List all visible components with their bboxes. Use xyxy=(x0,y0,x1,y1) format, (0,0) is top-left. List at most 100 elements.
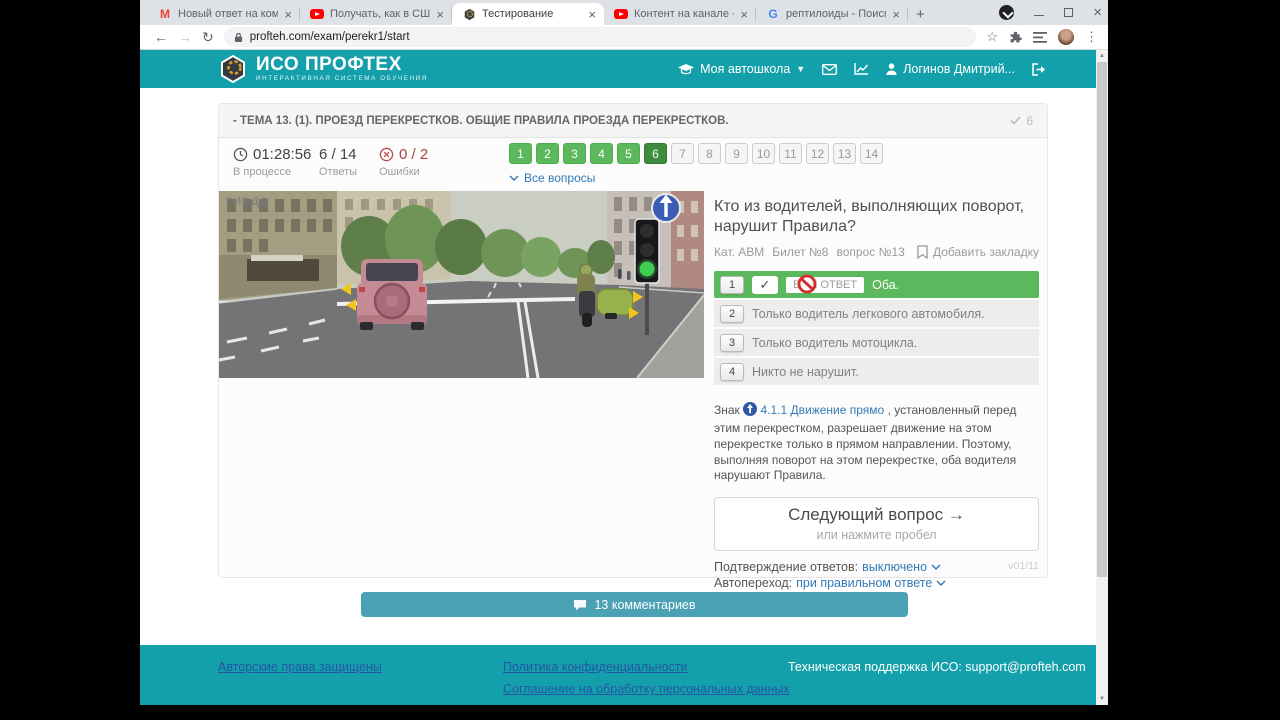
answer-row-1-correct[interactable]: 1 ✓ ВАШ ОТВЕТ Оба. xyxy=(714,271,1039,299)
back-icon[interactable]: ← xyxy=(154,29,168,45)
tab-testing-active[interactable]: Тестирование × xyxy=(452,3,604,25)
tab-youtube-1[interactable]: Получать, как в США, тра × xyxy=(300,3,452,25)
tab-close-icon[interactable]: × xyxy=(740,8,748,21)
answers-list: 1 ✓ ВАШ ОТВЕТ Оба. 2 Только водитель лег… xyxy=(714,271,1039,386)
logout-icon xyxy=(1032,62,1045,76)
tab-youtube-2[interactable]: Контент на канале - YouT × xyxy=(604,3,756,25)
youtube-icon xyxy=(614,7,628,21)
confirm-setting-value[interactable]: выключено xyxy=(862,560,941,574)
question-number-button[interactable]: 7 xyxy=(671,143,694,164)
question-number-button[interactable]: 6 xyxy=(644,143,667,164)
gmail-icon: M xyxy=(160,7,170,21)
profile-avatar[interactable] xyxy=(1058,29,1074,45)
black-bar-right xyxy=(1108,0,1280,720)
menu-dots-icon[interactable]: ⋮ xyxy=(1085,29,1098,45)
black-bar-left xyxy=(0,0,140,720)
all-questions-link[interactable]: Все вопросы xyxy=(509,171,595,185)
bookmark-star-icon[interactable]: ☆ xyxy=(986,29,998,45)
extensions-icon[interactable] xyxy=(1009,31,1022,44)
nav-my-school[interactable]: Моя автошкола ▼ xyxy=(678,62,805,76)
error-circle-icon xyxy=(379,147,394,162)
comment-bubble-icon xyxy=(574,599,587,610)
nav-messages[interactable] xyxy=(822,63,838,75)
question-number-button[interactable]: 4 xyxy=(590,143,613,164)
answer-text: Никто не нарушит. xyxy=(752,364,859,379)
hexagon-logo-icon xyxy=(221,54,245,84)
site-footer: Авторские права защищены Политика конфид… xyxy=(140,645,1096,705)
answer-text: Только водитель мотоцикла. xyxy=(752,335,918,350)
question-number-button[interactable]: 8 xyxy=(698,143,721,164)
chart-icon xyxy=(854,63,869,75)
nav-user[interactable]: Логинов Дмитрий... xyxy=(886,62,1015,76)
address-bar[interactable]: profteh.com/exam/perekr1/start xyxy=(223,27,977,47)
scroll-up-icon[interactable]: ▲ xyxy=(1098,53,1106,59)
answer-row-4[interactable]: 4 Никто не нарушит. xyxy=(714,358,1039,386)
forward-icon[interactable]: → xyxy=(178,29,192,45)
answer-number: 2 xyxy=(720,304,744,323)
answer-row-3[interactable]: 3 Только водитель мотоцикла. xyxy=(714,329,1039,357)
question-number-button[interactable]: 2 xyxy=(536,143,559,164)
comments-label: 13 комментариев xyxy=(594,597,696,612)
question-number-button[interactable]: 14 xyxy=(860,143,883,164)
question-number-button[interactable]: 1 xyxy=(509,143,532,164)
add-bookmark-link[interactable]: Добавить закладку xyxy=(917,245,1039,260)
explanation-text: Знак 4.1.1 Движение прямо , установленны… xyxy=(714,402,1039,484)
support-info: Техническая поддержка ИСО: support@proft… xyxy=(788,660,1086,674)
youtube-icon xyxy=(310,7,324,21)
site-logo[interactable]: ИСО ПРОФТЕХ ИНТЕРАКТИВНАЯ СИСТЕМА ОБУЧЕН… xyxy=(218,54,428,84)
clock-icon xyxy=(233,147,248,162)
next-question-button[interactable]: Следующий вопрос → или нажмите пробел xyxy=(714,497,1039,552)
reading-list-icon[interactable] xyxy=(1033,31,1047,43)
comments-button[interactable]: 13 комментариев xyxy=(361,592,908,617)
tab-close-icon[interactable]: × xyxy=(588,8,596,21)
sign-4-1-1-icon xyxy=(743,402,758,421)
minimize-button[interactable] xyxy=(1034,15,1045,16)
tab-google-search[interactable]: G рептилоиды - Поиск в G × xyxy=(756,3,908,25)
sign-link[interactable]: 4.1.1 Движение прямо xyxy=(761,403,885,417)
question-number-button[interactable]: 12 xyxy=(806,143,829,164)
person-icon xyxy=(886,63,897,75)
answer-row-2[interactable]: 2 Только водитель легкового автомобиля. xyxy=(714,300,1039,328)
correct-check-icon: ✓ xyxy=(752,275,778,294)
tab-close-icon[interactable]: × xyxy=(284,8,292,21)
nav-logout[interactable] xyxy=(1032,62,1046,76)
topic-check-count: 6 xyxy=(1026,113,1033,128)
answer-number: 4 xyxy=(720,362,744,381)
lock-icon xyxy=(234,32,242,42)
new-tab-button[interactable]: + xyxy=(916,6,925,25)
question-number-button[interactable]: 5 xyxy=(617,143,640,164)
question-number-button[interactable]: 13 xyxy=(833,143,856,164)
tab-close-icon[interactable]: × xyxy=(436,8,444,21)
tab-strip: M Новый ответ на коммент × Получать, как… xyxy=(140,0,1108,25)
scene-watermark: ГИБДД xyxy=(226,196,269,208)
exam-settings: v01/11 Подтверждение ответов: выключено … xyxy=(714,560,1039,590)
scroll-down-icon[interactable]: ▼ xyxy=(1098,696,1106,702)
site-header: ИСО ПРОФТЕХ ИНТЕРАКТИВНАЯ СИСТЕМА ОБУЧЕН… xyxy=(140,50,1096,88)
tab-gmail[interactable]: M Новый ответ на коммент × xyxy=(148,3,300,25)
question-number-button[interactable]: 11 xyxy=(779,143,802,164)
next-question-label: Следующий вопрос → xyxy=(788,505,965,525)
tab-title: Новый ответ на коммент xyxy=(178,8,279,20)
add-bookmark-label: Добавить закладку xyxy=(933,245,1039,260)
question-number-button[interactable]: 9 xyxy=(725,143,748,164)
chevron-down-icon xyxy=(931,564,941,570)
tab-close-icon[interactable]: × xyxy=(892,8,900,21)
close-button[interactable]: × xyxy=(1093,5,1102,20)
screenshot-canvas: M Новый ответ на коммент × Получать, как… xyxy=(0,0,1280,720)
reload-icon[interactable]: ↻ xyxy=(202,29,214,46)
question-number-button[interactable]: 3 xyxy=(563,143,586,164)
restore-button[interactable] xyxy=(1064,8,1074,17)
privacy-link[interactable]: Политика конфиденциальности xyxy=(503,660,687,674)
nav-statistics[interactable] xyxy=(854,63,869,75)
scrollbar-thumb[interactable] xyxy=(1097,62,1107,577)
auto-setting-value[interactable]: при правильном ответе xyxy=(796,576,946,590)
media-badge-icon[interactable] xyxy=(999,5,1015,20)
question-number-button[interactable]: 10 xyxy=(752,143,775,164)
page-scrollbar[interactable]: ▲ ▼ xyxy=(1096,50,1108,705)
tab-title: Контент на канале - YouT xyxy=(634,8,734,20)
copyright-link[interactable]: Авторские права защищены xyxy=(218,660,382,674)
check-icon xyxy=(1010,116,1021,125)
agreement-link[interactable]: Соглашение на обработку персональных дан… xyxy=(503,682,790,696)
answer-number: 1 xyxy=(720,275,744,294)
confirm-setting-label: Подтверждение ответов: xyxy=(714,560,859,575)
